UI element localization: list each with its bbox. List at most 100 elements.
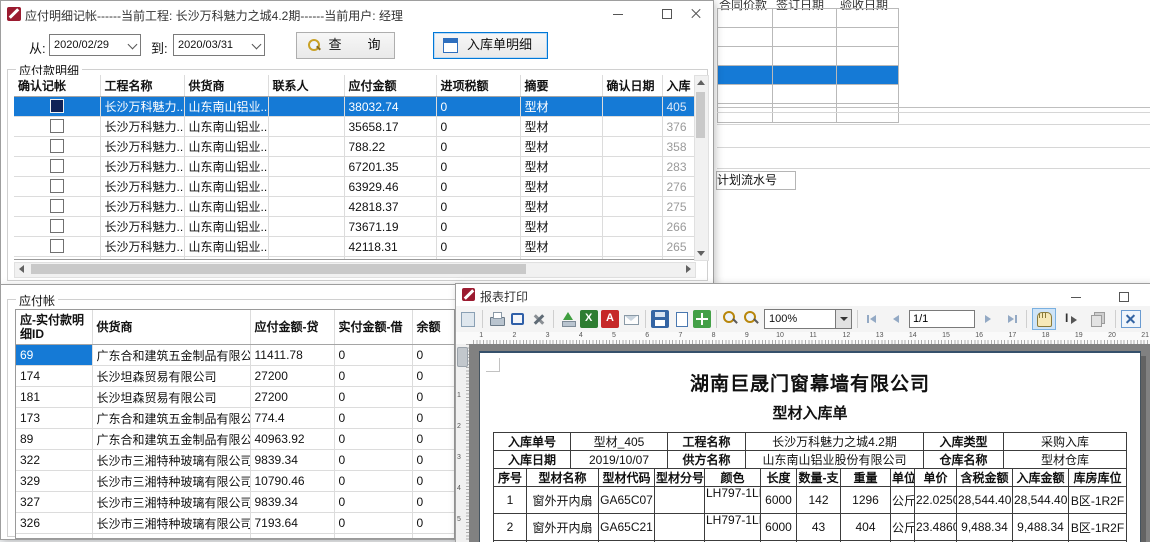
- bg-grid-row[interactable]: [718, 66, 899, 85]
- pdf-icon[interactable]: [601, 310, 619, 328]
- ruler-number: 10: [776, 332, 784, 339]
- copy-button[interactable]: [1086, 308, 1110, 330]
- bg-grid-row[interactable]: [718, 85, 899, 104]
- bg-empty-grid[interactable]: [717, 8, 899, 123]
- page-icon[interactable]: [672, 310, 690, 328]
- minimize-button[interactable]: [1061, 284, 1091, 306]
- table-row[interactable]: 173广东合和建筑五金制品有限公司774.400: [16, 408, 454, 429]
- scroll-right-icon[interactable]: [686, 265, 691, 273]
- col-header[interactable]: 供货商: [184, 75, 268, 97]
- query-button[interactable]: 查 询: [296, 32, 395, 59]
- text-select-button[interactable]: [1059, 308, 1083, 330]
- minimize-button[interactable]: [603, 1, 633, 27]
- table-row[interactable]: 326长沙市三湘特种玻璃有限公司7193.6400: [16, 513, 454, 534]
- close-button[interactable]: [1140, 284, 1150, 306]
- checkbox-cell: [14, 137, 100, 157]
- close-preview-icon[interactable]: [1121, 310, 1141, 328]
- col-header[interactable]: 确认记帐: [14, 75, 100, 97]
- table-row[interactable]: 89广东合和建筑五金制品有限公司40963.9200: [16, 429, 454, 450]
- col-header[interactable]: 联系人: [268, 75, 344, 97]
- mail-icon[interactable]: [622, 310, 640, 328]
- table-row[interactable]: [16, 534, 454, 540]
- confirm-checkbox[interactable]: [50, 159, 64, 173]
- col-header[interactable]: 入库: [662, 75, 694, 97]
- bg-grid-row[interactable]: [718, 28, 899, 47]
- title-bar[interactable]: 报表打印: [456, 284, 1150, 307]
- col-header[interactable]: 应付金额: [344, 75, 436, 97]
- confirm-checkbox[interactable]: [50, 219, 64, 233]
- grid-icon[interactable]: [693, 310, 711, 328]
- tools-icon[interactable]: [530, 310, 548, 328]
- table-row[interactable]: 327长沙市三湘特种玻璃有限公司9839.3400: [16, 492, 454, 513]
- scroll-up-icon[interactable]: [697, 80, 705, 85]
- col-header[interactable]: 摘要: [520, 75, 602, 97]
- table-row[interactable]: 322长沙市三湘特种玻璃有限公司9839.3400: [16, 450, 454, 471]
- next-page-button[interactable]: [978, 310, 998, 328]
- zoom-out-icon[interactable]: [743, 310, 761, 328]
- col-header[interactable]: 进项税额: [436, 75, 520, 97]
- table-row[interactable]: 长沙万科魅力...山东南山铝业...73671.190型材266: [14, 217, 694, 237]
- col-header[interactable]: 应-实付款明细ID: [16, 310, 92, 345]
- last-page-button[interactable]: [1001, 310, 1021, 328]
- scroll-left-icon[interactable]: [19, 265, 24, 273]
- vertical-scrollbar[interactable]: [694, 75, 709, 261]
- table-row[interactable]: 181长沙坦森贸易有限公司2720000: [16, 387, 454, 408]
- panel-icon[interactable]: [459, 310, 477, 328]
- zoom-in-icon[interactable]: [722, 310, 740, 328]
- ruler-number: 8: [712, 332, 716, 339]
- print-icon[interactable]: [488, 310, 506, 328]
- chevron-down-icon: [128, 40, 138, 50]
- zoom-select[interactable]: 100%: [764, 309, 852, 329]
- confirm-checkbox[interactable]: [50, 139, 64, 153]
- table-row[interactable]: 长沙万科魅力...山东南山铝业...38032.740型材405: [14, 97, 694, 117]
- scroll-down-icon[interactable]: [697, 251, 705, 256]
- scrollbar-thumb[interactable]: [696, 92, 705, 138]
- close-button[interactable]: [681, 1, 711, 27]
- confirm-checkbox[interactable]: [50, 199, 64, 213]
- bg-grid-row[interactable]: [718, 9, 899, 28]
- table-row[interactable]: 长沙万科魅力...山东南山铝业...94555.690型材251: [14, 257, 694, 261]
- export-icon[interactable]: [559, 310, 577, 328]
- horizontal-scrollbar[interactable]: [14, 262, 696, 278]
- report-preview-area[interactable]: 湖南巨晟门窗幕墙有限公司 型材入库单 入库单号型材_405工程名称长沙万科魅力之…: [469, 344, 1150, 542]
- from-date-select[interactable]: 2020/02/29: [49, 34, 141, 56]
- table-row[interactable]: 174长沙坦森贸易有限公司2720000: [16, 366, 454, 387]
- save-icon[interactable]: [651, 310, 669, 328]
- cell: 28,544.40: [1013, 487, 1069, 514]
- col-header[interactable]: 余额: [412, 310, 454, 345]
- book-icon[interactable]: [509, 310, 527, 328]
- table-row[interactable]: 长沙万科魅力...山东南山铝业...63929.460型材276: [14, 177, 694, 197]
- col-header[interactable]: 工程名称: [100, 75, 184, 97]
- page-input[interactable]: [909, 310, 975, 328]
- cell: [773, 85, 836, 103]
- table-row[interactable]: 长沙万科魅力...山东南山铝业...788.220型材358: [14, 137, 694, 157]
- table-row[interactable]: 长沙万科魅力...山东南山铝业...35658.170型材376: [14, 117, 694, 137]
- hand-tool-button[interactable]: [1032, 308, 1056, 330]
- maximize-button[interactable]: [1109, 284, 1139, 306]
- col-header[interactable]: 实付金额-借: [334, 310, 412, 345]
- chevron-down-icon[interactable]: [835, 310, 851, 328]
- inbound-detail-button[interactable]: 入库单明细: [433, 32, 548, 59]
- col-header[interactable]: 确认日期: [602, 75, 662, 97]
- bg-grid-row[interactable]: [718, 47, 899, 66]
- to-date-select[interactable]: 2020/03/31: [173, 34, 265, 56]
- prev-page-button[interactable]: [886, 310, 906, 328]
- scrollbar-thumb[interactable]: [31, 264, 526, 274]
- confirm-checkbox[interactable]: [50, 259, 64, 260]
- confirm-checkbox[interactable]: [50, 239, 64, 253]
- table-row[interactable]: 长沙万科魅力...山东南山铝业...67201.350型材283: [14, 157, 694, 177]
- maximize-button[interactable]: [652, 1, 682, 27]
- confirm-checkbox[interactable]: [50, 119, 64, 133]
- table-row[interactable]: 329长沙市三湘特种玻璃有限公司10790.4600: [16, 471, 454, 492]
- col-header[interactable]: 应付金额-贷: [250, 310, 334, 345]
- table-row[interactable]: 长沙万科魅力...山东南山铝业...42118.310型材265: [14, 237, 694, 257]
- confirm-checkbox[interactable]: [50, 99, 64, 113]
- title-bar[interactable]: 应付明细记帐------当前工程: 长沙万科魅力之城4.2期------当前用户…: [1, 1, 713, 27]
- table-row[interactable]: 长沙万科魅力...山东南山铝业...42818.370型材275: [14, 197, 694, 217]
- excel-icon[interactable]: [580, 310, 598, 328]
- col-header[interactable]: 供货商: [92, 310, 250, 345]
- confirm-checkbox[interactable]: [50, 179, 64, 193]
- first-page-button[interactable]: [863, 310, 883, 328]
- checkbox-cell: [14, 197, 100, 217]
- table-row[interactable]: 69广东合和建筑五金制品有限公司11411.7800: [16, 345, 454, 366]
